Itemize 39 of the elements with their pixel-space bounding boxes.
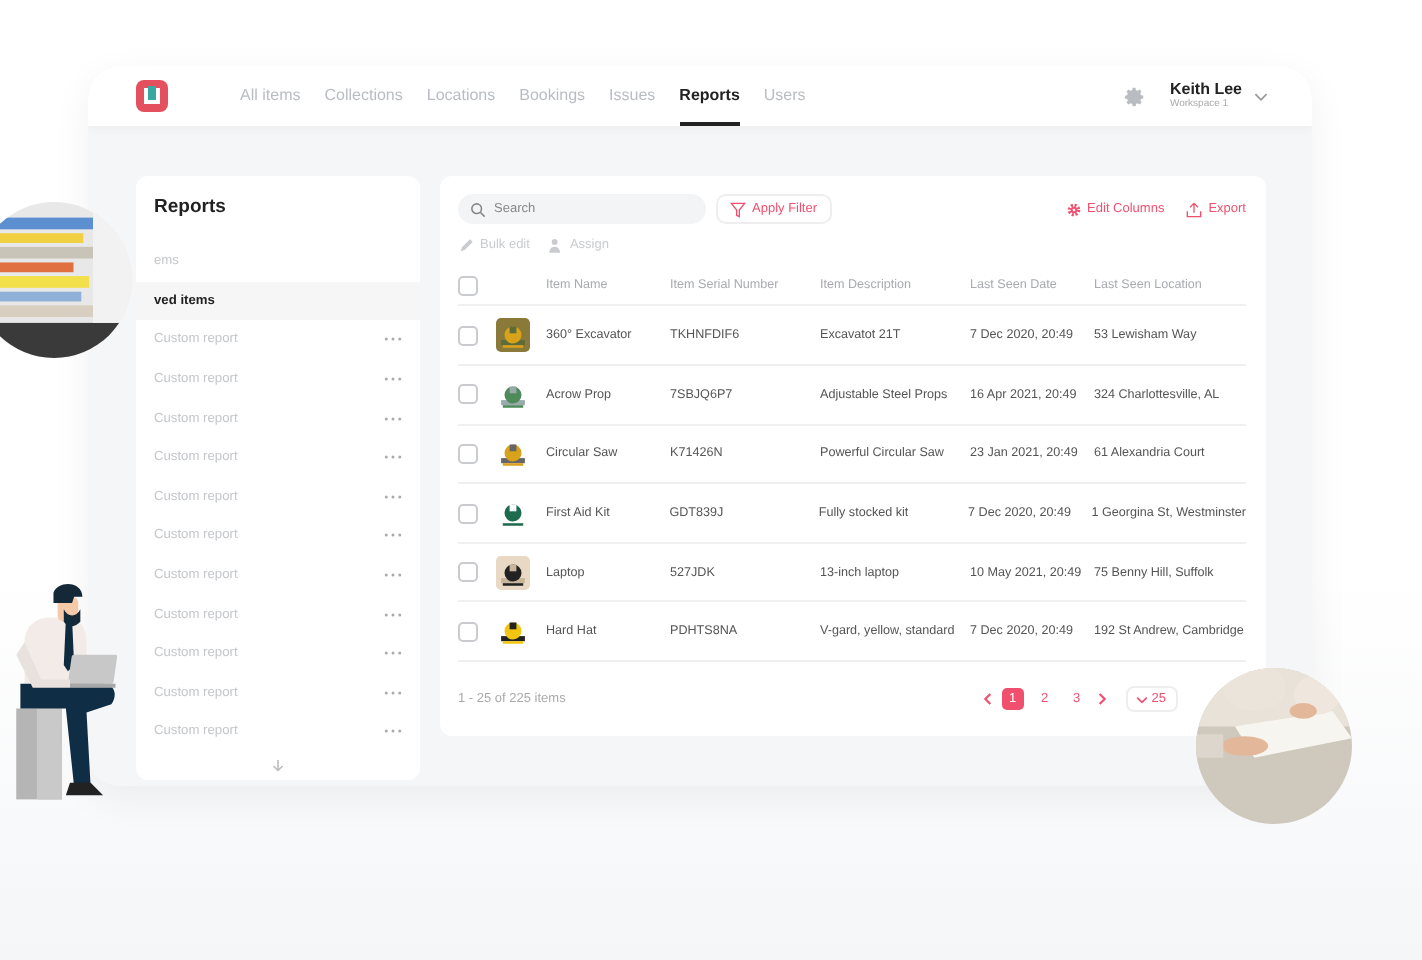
row-checkbox[interactable] xyxy=(458,621,478,642)
more-icon[interactable] xyxy=(384,650,402,657)
nav-tab[interactable]: All items xyxy=(240,66,301,126)
more-icon[interactable] xyxy=(384,415,402,422)
more-icon[interactable] xyxy=(384,728,402,735)
row-checkbox[interactable] xyxy=(458,503,478,524)
logo-icon xyxy=(136,80,168,112)
row-checkbox[interactable] xyxy=(458,384,478,405)
row-checkbox[interactable] xyxy=(458,562,478,583)
nav-tab[interactable]: Issues xyxy=(609,66,656,126)
more-icon[interactable] xyxy=(384,611,402,618)
chevron-down-icon xyxy=(1135,695,1148,703)
more-icon[interactable] xyxy=(384,376,402,383)
person-icon xyxy=(547,237,564,254)
search-icon xyxy=(470,201,486,218)
arrow-down-icon[interactable] xyxy=(272,759,284,772)
more-icon[interactable] xyxy=(384,689,402,696)
nav-tab[interactable]: Collections xyxy=(324,66,403,126)
row-checkbox[interactable] xyxy=(458,325,478,346)
previous-page-icon[interactable] xyxy=(981,692,992,706)
row-checkbox[interactable] xyxy=(458,443,478,464)
nav-tab[interactable]: Reports xyxy=(679,66,740,126)
settings-icon[interactable] xyxy=(1123,85,1146,107)
next-page-icon[interactable] xyxy=(1097,692,1108,706)
more-icon[interactable] xyxy=(384,493,402,500)
more-icon[interactable] xyxy=(384,454,402,461)
chevron-down-icon[interactable] xyxy=(1254,91,1268,101)
nav-tab[interactable]: Users xyxy=(763,66,806,126)
pencil-icon xyxy=(458,237,474,254)
user-name: Keith Lee xyxy=(1169,82,1242,98)
more-icon[interactable] xyxy=(384,336,402,343)
more-icon[interactable] xyxy=(384,572,402,579)
nav-tab[interactable]: Locations xyxy=(426,66,496,126)
filter-icon xyxy=(730,201,746,218)
nav-tab[interactable]: Bookings xyxy=(519,66,586,126)
more-icon[interactable] xyxy=(384,532,402,539)
select-all-checkbox[interactable] xyxy=(458,275,478,296)
panel-title: Reports xyxy=(152,196,228,222)
export-icon xyxy=(1186,201,1203,218)
